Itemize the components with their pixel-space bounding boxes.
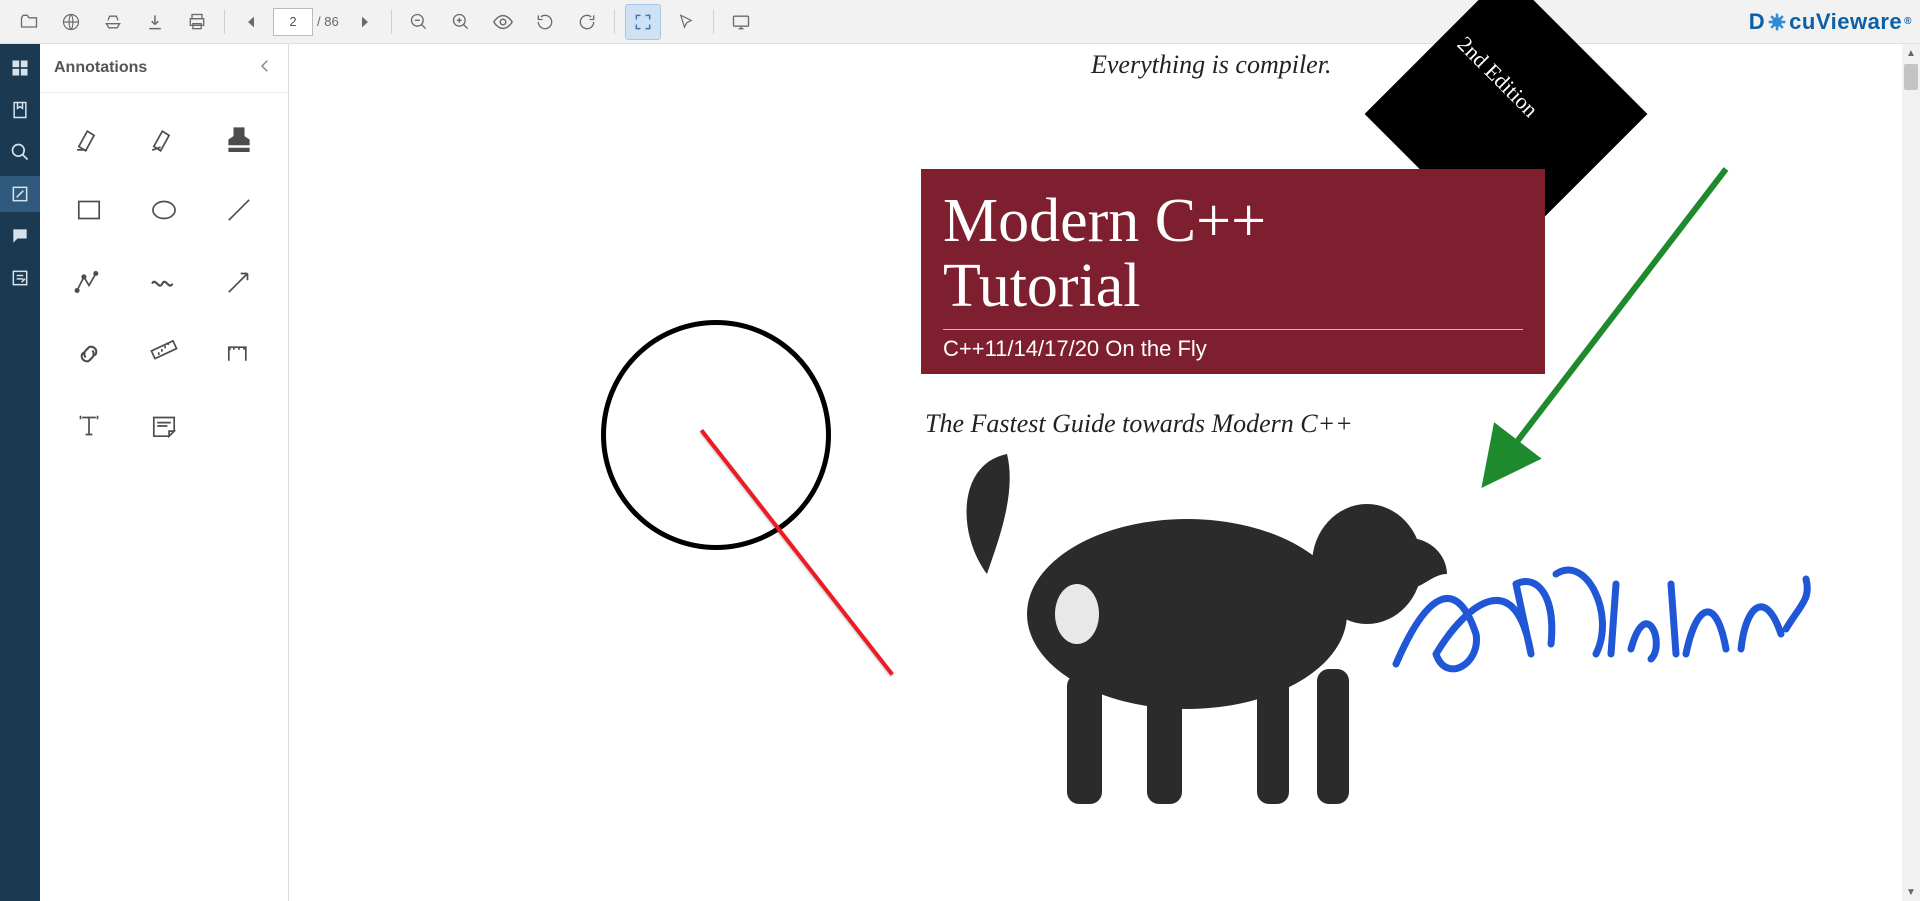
- rotate-right-icon[interactable]: [570, 5, 604, 39]
- print-icon[interactable]: [180, 5, 214, 39]
- brand-part2: cuVieware: [1789, 9, 1902, 35]
- top-toolbar: / 86 D cuVieware®: [0, 0, 1920, 44]
- presentation-icon[interactable]: [724, 5, 758, 39]
- rail-bookmarks-icon[interactable]: [0, 92, 40, 128]
- scroll-up-icon[interactable]: ▲: [1902, 44, 1920, 62]
- panel-title: Annotations: [54, 59, 147, 77]
- separator: [224, 10, 225, 34]
- panel-collapse-icon[interactable]: [256, 57, 274, 80]
- freehand-highlight-tool-icon[interactable]: [135, 115, 192, 161]
- brand-registered: ®: [1904, 16, 1912, 27]
- zoom-out-icon[interactable]: [402, 5, 436, 39]
- page-number-input[interactable]: [273, 8, 313, 36]
- ruler-tool-icon[interactable]: [135, 331, 192, 377]
- scan-icon[interactable]: [96, 5, 130, 39]
- brand-logo: D cuVieware®: [1749, 9, 1912, 35]
- marquee-zoom-icon[interactable]: [625, 4, 661, 40]
- rail-search-icon[interactable]: [0, 134, 40, 170]
- rail-thumbnails-icon[interactable]: [0, 50, 40, 86]
- signature-annotation[interactable]: GdPicture: [1386, 534, 1816, 704]
- line-tool-icon[interactable]: [211, 187, 268, 233]
- title-box: Modern C++ Tutorial C++11/14/17/20 On th…: [921, 169, 1545, 374]
- pdf-page: Everything is compiler. 2nd Edition Mode…: [291, 44, 1898, 901]
- rectangle-tool-icon[interactable]: [60, 187, 117, 233]
- scroll-thumb[interactable]: [1904, 64, 1918, 90]
- highlight-tool-icon[interactable]: [60, 115, 117, 161]
- left-rail: [0, 44, 40, 901]
- zoom-in-icon[interactable]: [444, 5, 478, 39]
- brand-part1: D: [1749, 9, 1765, 35]
- sticky-note-tool-icon[interactable]: [135, 403, 192, 449]
- rotate-left-icon[interactable]: [528, 5, 562, 39]
- page-total-label: / 86: [313, 14, 343, 29]
- arrow-tool-icon[interactable]: [211, 259, 268, 305]
- open-file-icon[interactable]: [12, 5, 46, 39]
- separator: [391, 10, 392, 34]
- download-icon[interactable]: [138, 5, 172, 39]
- vertical-scrollbar[interactable]: ▲ ▼: [1902, 44, 1920, 901]
- pointer-icon[interactable]: [669, 5, 703, 39]
- stamp-tool-icon[interactable]: [211, 115, 268, 161]
- rail-form-icon[interactable]: [0, 260, 40, 296]
- prev-page-icon[interactable]: [235, 5, 269, 39]
- annotations-panel: Annotations: [40, 44, 289, 901]
- polyline-ruler-tool-icon[interactable]: [211, 331, 268, 377]
- view-mode-icon[interactable]: [486, 5, 520, 39]
- doc-subtitle: The Fastest Guide towards Modern C++: [925, 409, 1353, 439]
- open-url-icon[interactable]: [54, 5, 88, 39]
- next-page-icon[interactable]: [347, 5, 381, 39]
- annotation-tools-grid: [40, 93, 288, 471]
- text-tool-icon[interactable]: [60, 403, 117, 449]
- separator: [614, 10, 615, 34]
- link-tool-icon[interactable]: [60, 331, 117, 377]
- rail-comments-icon[interactable]: [0, 218, 40, 254]
- title-line2: Tutorial: [943, 252, 1141, 320]
- circle-annotation[interactable]: [601, 320, 831, 550]
- arrow-annotation[interactable]: [1476, 159, 1736, 489]
- scroll-down-icon[interactable]: ▼: [1902, 883, 1920, 901]
- title-sub: C++11/14/17/20 On the Fly: [943, 336, 1523, 362]
- separator: [713, 10, 714, 34]
- doc-tagline: Everything is compiler.: [1091, 50, 1331, 80]
- brand-gear-icon: [1767, 12, 1787, 32]
- document-viewer[interactable]: Everything is compiler. 2nd Edition Mode…: [289, 44, 1920, 901]
- rail-annotations-icon[interactable]: [0, 176, 40, 212]
- ellipse-tool-icon[interactable]: [135, 187, 192, 233]
- freehand-tool-icon[interactable]: [135, 259, 192, 305]
- polyline-tool-icon[interactable]: [60, 259, 117, 305]
- title-line1: Modern C++: [943, 187, 1266, 255]
